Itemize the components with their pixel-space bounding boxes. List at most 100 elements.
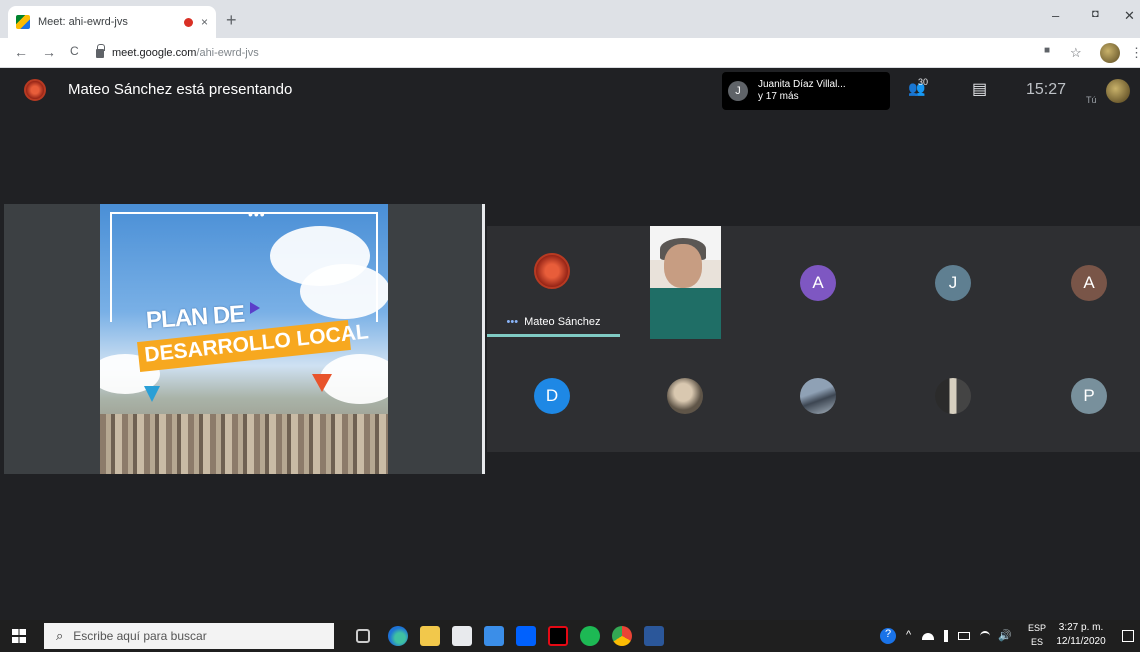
- minimize-button[interactable]: –: [1052, 8, 1059, 23]
- url-path: /ahi-ewrd-jvs: [196, 47, 259, 59]
- participant-tile[interactable]: A: [753, 226, 883, 339]
- system-date: 12/11/2020: [1056, 636, 1106, 647]
- presentation-slide: ••• PLAN DE DESARROLLO LOCAL: [100, 204, 388, 474]
- slide-triangle-shape: [144, 386, 160, 402]
- participant-tile[interactable]: J: [888, 226, 1018, 339]
- netflix-icon[interactable]: [548, 626, 568, 646]
- self-avatar[interactable]: [1106, 79, 1130, 103]
- chrome-menu-icon[interactable]: ⋮: [1130, 45, 1140, 61]
- speaking-indicator-icon: •••: [506, 316, 519, 328]
- slide-triangle-shape: [250, 302, 260, 314]
- spotify-icon[interactable]: [580, 626, 600, 646]
- system-clock[interactable]: 3:27 p. m. 12/11/2020: [1050, 621, 1112, 649]
- participant-tile[interactable]: [753, 339, 883, 452]
- language-code: ESP: [1028, 623, 1047, 633]
- volume-icon[interactable]: 🔊: [998, 629, 1012, 642]
- taskbar-search-input[interactable]: [73, 629, 334, 643]
- language-indicator[interactable]: ESP ES: [1028, 621, 1046, 649]
- task-view-icon[interactable]: [356, 629, 370, 643]
- participant-tile[interactable]: [888, 339, 1018, 452]
- presenter-avatar: [24, 79, 46, 101]
- participant-avatar: [534, 253, 570, 290]
- meet-stage: Mateo Sánchez está presentando J Juanita…: [0, 69, 1140, 620]
- participants-preview-name: Juanita Díaz Villal...: [758, 79, 846, 90]
- participant-avatar: A: [800, 264, 836, 301]
- you-label: Tú: [1086, 95, 1097, 105]
- participant-avatar: P: [1071, 377, 1107, 414]
- new-tab-button[interactable]: +: [226, 10, 237, 31]
- participant-grid: ••• Mateo Sánchez A J A D P: [487, 226, 1140, 452]
- notifications-icon[interactable]: [1122, 630, 1134, 642]
- participant-name-label: ••• Mateo Sánchez: [487, 316, 620, 328]
- participant-photo-avatar: [935, 377, 971, 414]
- store-icon[interactable]: [452, 626, 472, 646]
- participants-count: 30: [918, 77, 929, 87]
- participant-video-face: [664, 244, 702, 288]
- extension-icon[interactable]: ■: [1044, 45, 1050, 56]
- participant-tile[interactable]: A: [1024, 226, 1140, 339]
- participant-video-tile[interactable]: [650, 226, 721, 339]
- browser-tab-strip: Meet: ahi-ewrd-jvs × + – ◘ ✕: [0, 0, 1140, 38]
- slide-city-photo: [100, 414, 388, 474]
- presentation-view[interactable]: ••• PLAN DE DESARROLLO LOCAL: [4, 204, 485, 474]
- participant-tile[interactable]: D: [487, 339, 617, 452]
- microphone-icon[interactable]: [944, 630, 948, 642]
- reload-button[interactable]: C: [70, 44, 79, 58]
- presenter-text: Mateo Sánchez está presentando: [68, 81, 293, 98]
- browser-tab[interactable]: Meet: ahi-ewrd-jvs ×: [8, 6, 216, 38]
- system-time: 3:27 p. m.: [1058, 622, 1104, 633]
- slide-title-line1: PLAN DE: [145, 300, 246, 335]
- participants-preview-more: y 17 más: [758, 91, 799, 102]
- lock-icon: [96, 43, 105, 58]
- dropbox-icon[interactable]: [516, 626, 536, 646]
- tab-close-icon[interactable]: ×: [201, 15, 208, 29]
- presenter-bar: Mateo Sánchez está presentando J Juanita…: [0, 69, 1140, 113]
- back-button[interactable]: ←: [14, 44, 28, 60]
- edge-icon[interactable]: [388, 626, 408, 646]
- participant-tile[interactable]: [617, 69, 717, 182]
- participants-preview-text: Juanita Díaz Villal... y 17 más: [758, 79, 846, 103]
- chrome-icon[interactable]: [612, 626, 632, 646]
- mail-icon[interactable]: [484, 626, 504, 646]
- windows-start-icon[interactable]: [12, 629, 26, 643]
- participant-avatar: J: [935, 264, 971, 301]
- slide-triangle-shape: [312, 374, 332, 392]
- wifi-icon[interactable]: [980, 631, 990, 641]
- participant-tile[interactable]: [620, 339, 750, 452]
- recording-indicator-icon: [183, 17, 193, 27]
- address-bar[interactable]: meet.google.com/ahi-ewrd-jvs: [96, 42, 1026, 64]
- participant-photo-avatar: [667, 377, 703, 414]
- participant-photo-avatar: [800, 377, 836, 414]
- url-text: meet.google.com/ahi-ewrd-jvs: [112, 47, 259, 59]
- onedrive-icon[interactable]: [922, 633, 934, 640]
- browser-toolbar: ← → C meet.google.com/ahi-ewrd-jvs ■ ☆ ⋮: [0, 38, 1140, 68]
- help-icon[interactable]: ?: [880, 628, 896, 644]
- active-speaker-bar: [487, 334, 620, 337]
- windows-taskbar: ⌕ ? ^ 🔊 ESP ES 3:27 p. m. 12/11/2020: [0, 620, 1140, 652]
- profile-avatar[interactable]: [1100, 43, 1120, 63]
- presentation-edge: [482, 204, 485, 474]
- close-window-button[interactable]: ✕: [1124, 8, 1135, 24]
- bookmark-star-icon[interactable]: ☆: [1070, 45, 1082, 61]
- participant-name: Mateo Sánchez: [524, 316, 601, 328]
- maximize-button[interactable]: ◘: [1092, 8, 1099, 20]
- participant-avatar: D: [534, 377, 570, 414]
- battery-icon[interactable]: [958, 632, 970, 640]
- participant-tile[interactable]: ••• Mateo Sánchez: [487, 226, 620, 339]
- file-explorer-icon[interactable]: [420, 626, 440, 646]
- chat-icon[interactable]: ▤: [972, 79, 987, 99]
- search-icon: ⌕: [56, 628, 64, 643]
- participant-tile[interactable]: P: [1024, 339, 1140, 452]
- show-hidden-icons-icon[interactable]: ^: [906, 629, 911, 641]
- forward-button[interactable]: →: [42, 44, 56, 60]
- slide-frame: [110, 212, 378, 322]
- screen: Meet: ahi-ewrd-jvs × + – ◘ ✕ ← → C meet.…: [0, 0, 1140, 652]
- taskbar-search[interactable]: ⌕: [44, 623, 334, 649]
- meet-favicon-icon: [16, 15, 30, 29]
- slide-dots: •••: [248, 206, 266, 222]
- tab-title: Meet: ahi-ewrd-jvs: [38, 16, 128, 28]
- participant-avatar: A: [1071, 264, 1107, 301]
- keyboard-code: ES: [1031, 637, 1044, 647]
- word-icon[interactable]: [644, 626, 664, 646]
- participants-preview[interactable]: J Juanita Díaz Villal... y 17 más: [722, 72, 890, 110]
